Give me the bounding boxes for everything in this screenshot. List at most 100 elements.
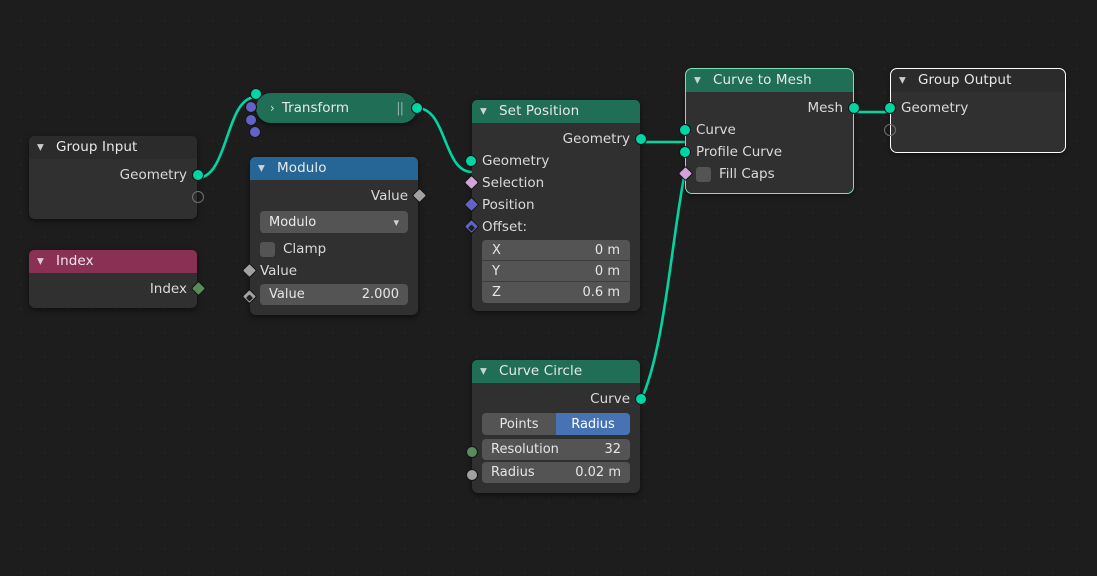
node-header-curve-to-mesh[interactable]: ▾ Curve to Mesh	[686, 69, 853, 92]
chevron-down-icon[interactable]: ▾	[480, 360, 493, 383]
socket-input-profile-curve[interactable]	[679, 146, 691, 158]
node-title-group-input: Group Input	[56, 139, 138, 155]
node-index[interactable]: ▾ Index Index	[29, 250, 206, 308]
resolution-field[interactable]: Resolution 32	[482, 439, 630, 460]
node-title-index: Index	[56, 253, 94, 269]
node-group-output[interactable]: ▾ Group Output Geometry	[884, 68, 1066, 153]
node-header-index[interactable]: ▾ Index	[29, 250, 197, 273]
input-row-selection: Selection	[463, 172, 640, 194]
socket-input-geometry[interactable]	[465, 155, 477, 167]
input-label-geometry: Geometry	[901, 100, 969, 116]
operation-value: Modulo	[269, 214, 317, 230]
socket-input-value-b[interactable]	[241, 288, 257, 305]
resolution-value: 32	[604, 442, 621, 457]
output-label-geometry: Geometry	[119, 167, 187, 183]
node-title-curve-circle: Curve Circle	[499, 363, 583, 379]
socket-input-fill-caps[interactable]	[677, 165, 693, 182]
socket-input-value-a[interactable]	[241, 262, 257, 279]
socket-output-index[interactable]	[190, 280, 206, 297]
node-modulo[interactable]: ▾ Modulo Value Modulo ▾ Clamp Value Valu…	[241, 157, 427, 315]
input-label-profile-curve: Profile Curve	[696, 144, 783, 160]
chevron-right-icon[interactable]: ›	[270, 101, 275, 115]
node-body-curve-to-mesh: Mesh Curve Profile Curve Fill Caps	[677, 92, 860, 193]
node-header-curve-circle[interactable]: ▾ Curve Circle	[472, 360, 640, 383]
node-group-input[interactable]: ▾ Group Input Geometry	[29, 136, 204, 219]
output-row-value: Value	[250, 185, 427, 207]
fill-caps-row[interactable]: Fill Caps	[677, 163, 853, 185]
output-row-curve: Curve	[472, 388, 647, 410]
node-header-modulo[interactable]: ▾ Modulo	[250, 157, 418, 180]
offset-x-field[interactable]: X 0 m	[482, 240, 630, 261]
input-row-offset: Offset:	[463, 216, 640, 238]
input-label-curve: Curve	[696, 122, 736, 138]
chevron-down-icon[interactable]: ▾	[37, 136, 50, 159]
node-curve-circle[interactable]: ▾ Curve Circle Curve Points Radius Resol…	[466, 360, 647, 493]
input-label-position: Position	[482, 197, 535, 213]
input-label-value-a: Value	[260, 263, 298, 279]
socket-input-geometry[interactable]	[884, 102, 896, 114]
offset-y-value: 0 m	[594, 263, 620, 279]
node-header-group-input[interactable]: ▾ Group Input	[29, 136, 197, 159]
input-row-position: Position	[463, 194, 640, 216]
node-curve-to-mesh[interactable]: ▾ Curve to Mesh Mesh Curve Profile Curve…	[677, 68, 860, 194]
output-label-mesh: Mesh	[807, 100, 843, 116]
socket-input-scale[interactable]	[249, 126, 261, 138]
node-editor-canvas[interactable]: ▾ Group Input Geometry ▾ Index Index › T…	[0, 0, 1097, 576]
mute-indicator-icon: ||	[396, 100, 404, 116]
socket-output-geometry[interactable]	[635, 133, 647, 145]
socket-input-rotation[interactable]	[245, 114, 257, 126]
node-title-set-position: Set Position	[499, 103, 580, 119]
node-header-group-output[interactable]: ▾ Group Output	[891, 69, 1065, 92]
value-b-field[interactable]: Value 2.000	[260, 284, 408, 305]
socket-input-geometry[interactable]	[250, 88, 262, 100]
radius-field[interactable]: Radius 0.02 m	[482, 462, 630, 483]
resolution-label: Resolution	[491, 442, 559, 457]
value-b-label: Value	[269, 287, 305, 302]
mode-toggle-group[interactable]: Points Radius	[482, 413, 630, 435]
clamp-checkbox-row[interactable]: Clamp	[250, 238, 418, 260]
node-header-set-position[interactable]: ▾ Set Position	[472, 100, 640, 123]
chevron-down-icon[interactable]: ▾	[258, 157, 271, 180]
fill-caps-checkbox[interactable]	[696, 166, 711, 182]
input-label-offset: Offset:	[482, 219, 528, 235]
socket-output-geometry[interactable]	[411, 102, 423, 114]
chevron-down-icon[interactable]: ▾	[393, 216, 399, 229]
socket-input-resolution[interactable]	[466, 446, 478, 458]
offset-y-field[interactable]: Y 0 m	[482, 261, 630, 282]
socket-output-geometry[interactable]	[192, 169, 204, 181]
clamp-checkbox[interactable]	[260, 241, 275, 257]
socket-input-translation[interactable]	[245, 101, 257, 113]
chevron-down-icon[interactable]: ▾	[480, 100, 493, 123]
socket-output-curve[interactable]	[635, 393, 647, 405]
input-row-value-field: Value	[241, 260, 418, 282]
node-body-modulo: Value Modulo ▾ Clamp Value Value 2.000	[241, 180, 427, 315]
input-label-selection: Selection	[482, 175, 545, 191]
mode-option-points[interactable]: Points	[482, 413, 556, 435]
chevron-down-icon[interactable]: ▾	[694, 69, 707, 92]
output-label-geometry: Geometry	[562, 131, 630, 147]
input-row-geometry: Geometry	[465, 150, 640, 172]
link-transform-setposition	[416, 106, 473, 174]
socket-output-mesh[interactable]	[848, 102, 860, 114]
socket-input-offset[interactable]	[463, 218, 479, 235]
chevron-down-icon[interactable]: ▾	[899, 69, 912, 92]
socket-input-selection[interactable]	[463, 174, 479, 191]
socket-input-virtual[interactable]	[884, 124, 896, 136]
offset-y-label: Y	[492, 263, 500, 279]
offset-vector-fields: X 0 m Y 0 m Z 0.6 m	[482, 240, 630, 303]
chevron-down-icon[interactable]: ▾	[37, 250, 50, 273]
offset-z-field[interactable]: Z 0.6 m	[482, 282, 630, 303]
socket-input-curve[interactable]	[679, 124, 691, 136]
output-label-index: Index	[149, 281, 187, 297]
clamp-label: Clamp	[283, 241, 327, 257]
node-body-curve-circle: Curve Points Radius Resolution 32 Radius…	[466, 383, 647, 493]
socket-output-value[interactable]	[411, 187, 427, 204]
operation-dropdown[interactable]: Modulo ▾	[260, 211, 408, 233]
node-title-curve-to-mesh: Curve to Mesh	[713, 72, 812, 88]
socket-input-radius[interactable]	[466, 469, 478, 481]
socket-input-position[interactable]	[463, 196, 479, 213]
node-set-position[interactable]: ▾ Set Position Geometry Geometry Selecti…	[463, 100, 647, 311]
mode-option-radius[interactable]: Radius	[556, 413, 630, 435]
node-transform-collapsed[interactable]: › Transform ||	[245, 88, 423, 138]
socket-output-virtual[interactable]	[192, 191, 204, 203]
